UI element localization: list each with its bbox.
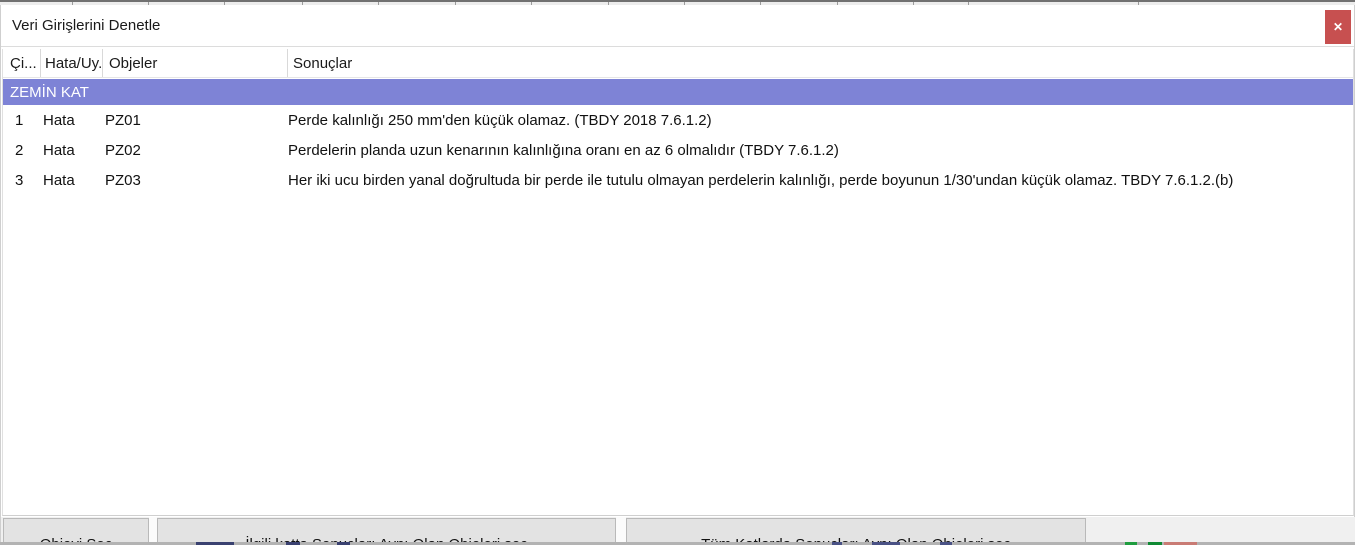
rows-container: 1 Hata PZ01 Perde kalınlığı 250 mm'den k… (3, 105, 1353, 195)
row-type-cell: Hata (43, 111, 75, 129)
column-header-result[interactable]: Sonuçlar (288, 49, 1353, 77)
list-header-row: Çi... Hata/Uy... Objeler Sonuçlar (3, 49, 1353, 78)
button-gap (149, 517, 157, 545)
row-result-cell: Her iki ucu birden yanal doğrultuda bir … (288, 171, 1234, 189)
button-gap (616, 517, 626, 545)
table-row[interactable]: 3 Hata PZ03 Her iki ucu birden yanal doğ… (3, 165, 1353, 195)
row-number-cell: 1 (15, 111, 24, 129)
dialog-title: Veri Girişlerini Denetle (12, 17, 161, 34)
story-group-row[interactable]: ZEMİN KAT (3, 79, 1353, 105)
row-type-cell: Hata (43, 141, 75, 159)
column-header-type[interactable]: Hata/Uy... (41, 49, 103, 77)
select-object-button[interactable]: Objeyi Seç (3, 518, 149, 545)
dialog-titlebar: Veri Girişlerini Denetle ✕ (1, 5, 1354, 47)
row-object-cell: PZ03 (105, 171, 141, 189)
table-row[interactable]: 2 Hata PZ02 Perdelerin planda uzun kenar… (3, 135, 1353, 165)
check-data-entries-dialog: Veri Girişlerini Denetle ✕ Çi... Hata/Uy… (0, 5, 1355, 545)
close-icon: ✕ (1332, 20, 1344, 34)
bottom-button-bar: Objeyi Seç İlgili katta Sonuçları Aynı O… (1, 517, 1355, 545)
column-header-object[interactable]: Objeler (103, 49, 288, 77)
row-result-cell: Perdelerin planda uzun kenarının kalınlı… (288, 141, 839, 159)
close-button[interactable]: ✕ (1325, 10, 1351, 44)
row-result-cell: Perde kalınlığı 250 mm'den küçük olamaz.… (288, 111, 712, 129)
row-object-cell: PZ02 (105, 141, 141, 159)
column-header-no[interactable]: Çi... (3, 49, 41, 77)
row-object-cell: PZ01 (105, 111, 141, 129)
table-row[interactable]: 1 Hata PZ01 Perde kalınlığı 250 mm'den k… (3, 105, 1353, 135)
select-same-all-stories-button[interactable]: Tüm Katlarda Sonuçları Aynı Olan Objeler… (626, 518, 1086, 545)
results-list[interactable]: Çi... Hata/Uy... Objeler Sonuçlar ZEMİN … (2, 49, 1354, 516)
select-same-in-story-button[interactable]: İlgili katta Sonuçları Aynı Olan Objeler… (157, 518, 616, 545)
row-number-cell: 3 (15, 171, 24, 189)
row-type-cell: Hata (43, 171, 75, 189)
row-number-cell: 2 (15, 141, 24, 159)
